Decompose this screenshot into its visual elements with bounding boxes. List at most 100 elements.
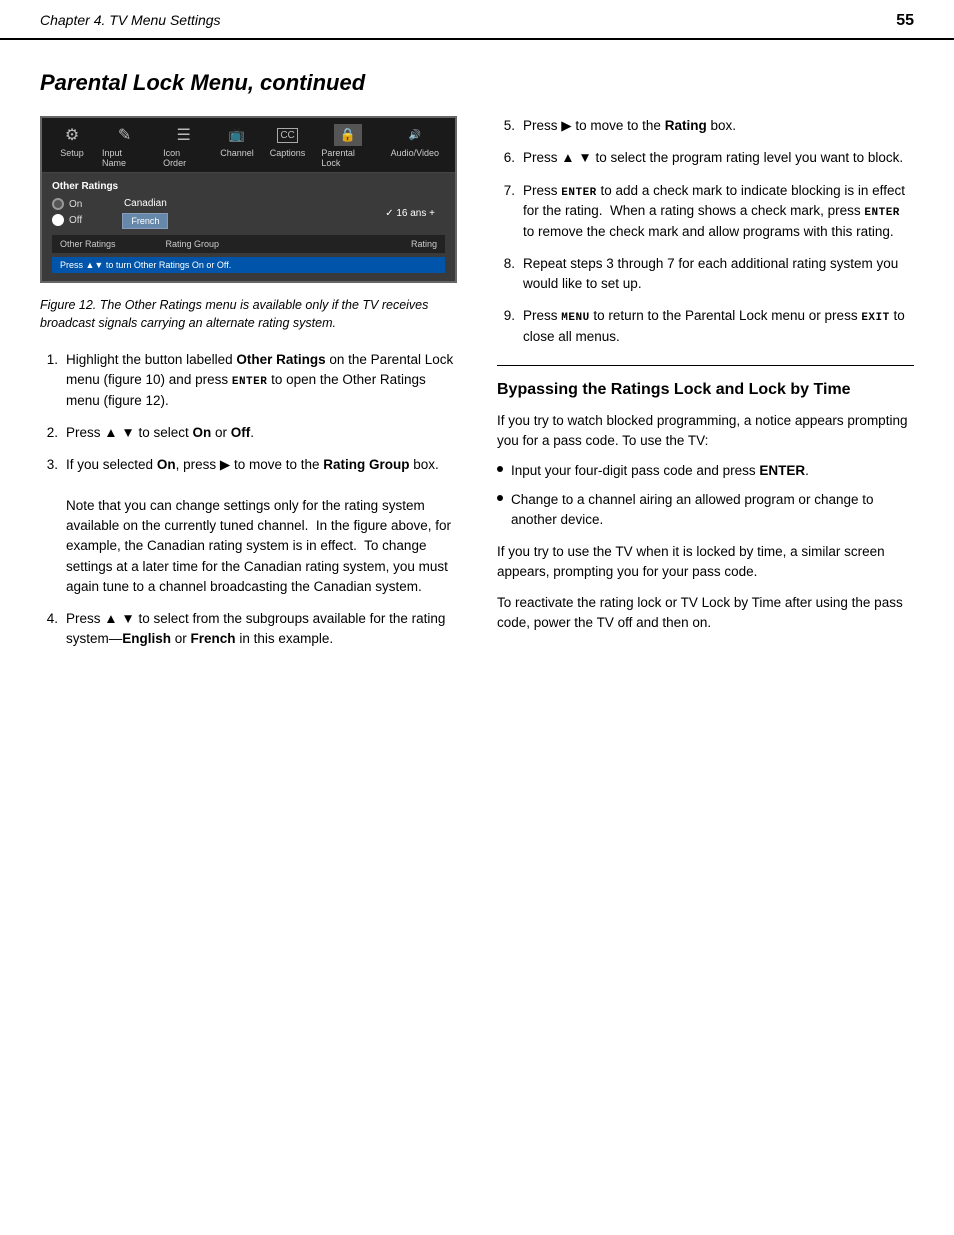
page-title: Parental Lock Menu, continued — [40, 70, 914, 96]
bypass-section-title: Bypassing the Ratings Lock and Lock by T… — [497, 380, 914, 401]
tv-col-other-ratings: Other Ratings — [60, 239, 116, 249]
list-item-1: 1. Highlight the button labelled Other R… — [40, 350, 457, 411]
tv-canadian-label: Canadian — [122, 198, 168, 209]
main-content: Parental Lock Menu, continued ⚙ Setup ✎ … — [0, 40, 954, 702]
menu-label-setup: Setup — [60, 148, 84, 158]
tv-status-bar: Press ▲▼ to turn Other Ratings On or Off… — [52, 257, 445, 273]
bypass-bullet-list: Input your four-digit pass code and pres… — [497, 461, 914, 530]
right-column: 5. Press ▶ to move to the Rating box. 6.… — [487, 116, 914, 662]
iconorder-icon: ☰ — [176, 125, 190, 145]
audiovideo-icon: 🔊 — [409, 130, 421, 141]
tv-rating-check: ✓ 16 ans + — [385, 208, 445, 219]
tv-ratings-row: On Off Canadian French — [52, 198, 445, 229]
menu-item-inputname: ✎ Input Name — [94, 124, 155, 168]
bold-off: Off — [231, 425, 251, 440]
menu-item-audiovideo: 🔊 Audio/Video — [383, 124, 447, 168]
key-enter-1: ENTER — [232, 376, 268, 388]
tv-canadian-group: Canadian French — [122, 198, 168, 229]
bold-rating-group: Rating Group — [323, 457, 409, 472]
list-item-2: 2. Press ▲ ▼ to select On or Off. — [40, 423, 457, 443]
list-num-7: 7. — [497, 181, 515, 242]
channel-icon: 📺 — [229, 127, 245, 143]
list-content-8: Repeat steps 3 through 7 for each additi… — [523, 254, 914, 295]
tv-on-off-group: On Off — [52, 198, 82, 226]
bullet-dot-1 — [497, 466, 503, 472]
bypass-para3: To reactivate the rating lock or TV Lock… — [497, 593, 914, 634]
inputname-icon: ✎ — [118, 125, 131, 145]
list-item-5: 5. Press ▶ to move to the Rating box. — [497, 116, 914, 136]
chapter-title: Chapter 4. TV Menu Settings — [40, 12, 221, 28]
tv-screenshot: ⚙ Setup ✎ Input Name ☰ Icon Order 📺 Chan… — [40, 116, 457, 283]
list-num-9: 9. — [497, 306, 515, 347]
page-header: Chapter 4. TV Menu Settings 55 — [0, 0, 954, 40]
menu-label-iconorder: Icon Order — [163, 148, 204, 168]
list-num-3: 3. — [40, 455, 58, 597]
list-num-6: 6. — [497, 148, 515, 168]
menu-label-inputname: Input Name — [102, 148, 147, 168]
menu-label-audiovideo: Audio/Video — [391, 148, 439, 158]
bold-enter-bullet: ENTER — [759, 463, 805, 478]
tv-on-option: On — [52, 198, 82, 210]
menu-item-setup: ⚙ Setup — [50, 124, 94, 168]
list-content-7: Press ENTER to add a check mark to indic… — [523, 181, 914, 242]
tv-off-label: Off — [69, 215, 82, 226]
bypass-intro: If you try to watch blocked programming,… — [497, 411, 914, 452]
tv-bottom-bar: Other Ratings Rating Group Rating — [52, 235, 445, 253]
tv-on-label: On — [69, 199, 82, 210]
captions-icon: CC — [277, 128, 297, 143]
bold-rating-5: Rating — [665, 118, 707, 133]
two-column-layout: ⚙ Setup ✎ Input Name ☰ Icon Order 📺 Chan… — [40, 116, 914, 662]
right-numbered-list: 5. Press ▶ to move to the Rating box. 6.… — [497, 116, 914, 347]
key-enter-7: ENTER — [561, 187, 597, 199]
bold-french: French — [191, 631, 236, 646]
list-item-7: 7. Press ENTER to add a check mark to in… — [497, 181, 914, 242]
tv-section-title: Other Ratings — [52, 181, 445, 192]
bold-on: On — [193, 425, 212, 440]
menu-item-channel: 📺 Channel — [212, 124, 262, 168]
key-menu-9: MENU — [561, 312, 589, 324]
bullet-dot-2 — [497, 495, 503, 501]
key-exit-9: EXIT — [861, 312, 889, 324]
tv-radio-off — [52, 214, 64, 226]
menu-item-captions: CC Captions — [262, 124, 314, 168]
bullet-item-2: Change to a channel airing an allowed pr… — [497, 490, 914, 531]
setup-icon: ⚙ — [65, 125, 79, 145]
list-content-6: Press ▲ ▼ to select the program rating l… — [523, 148, 914, 168]
bold-english: English — [122, 631, 171, 646]
tv-menu-bar: ⚙ Setup ✎ Input Name ☰ Icon Order 📺 Chan… — [42, 118, 455, 173]
tv-french-button: French — [122, 213, 168, 229]
menu-item-parentallock: 🔒 Parental Lock — [313, 124, 382, 168]
tv-off-option: Off — [52, 214, 82, 226]
list-item-8: 8. Repeat steps 3 through 7 for each add… — [497, 254, 914, 295]
bold-other-ratings: Other Ratings — [236, 352, 325, 367]
tv-radio-on — [52, 198, 64, 210]
list-num-8: 8. — [497, 254, 515, 295]
bullet-content-1: Input your four-digit pass code and pres… — [511, 461, 809, 481]
page-number: 55 — [896, 12, 914, 30]
left-column: ⚙ Setup ✎ Input Name ☰ Icon Order 📺 Chan… — [40, 116, 457, 662]
list-content-2: Press ▲ ▼ to select On or Off. — [66, 423, 457, 443]
bullet-item-1: Input your four-digit pass code and pres… — [497, 461, 914, 481]
list-num-2: 2. — [40, 423, 58, 443]
bullet-content-2: Change to a channel airing an allowed pr… — [511, 490, 914, 531]
tv-content-area: Other Ratings On Off — [42, 173, 455, 281]
menu-label-captions: Captions — [270, 148, 306, 158]
list-content-9: Press MENU to return to the Parental Loc… — [523, 306, 914, 347]
list-item-6: 6. Press ▲ ▼ to select the program ratin… — [497, 148, 914, 168]
list-item-3: 3. If you selected On, press ▶ to move t… — [40, 455, 457, 597]
bold-on-3: On — [157, 457, 176, 472]
tv-col-rating-group: Rating Group — [166, 239, 220, 249]
list-item-9: 9. Press MENU to return to the Parental … — [497, 306, 914, 347]
key-enter-7b: ENTER — [864, 207, 900, 219]
list-num-5: 5. — [497, 116, 515, 136]
list-content-3: If you selected On, press ▶ to move to t… — [66, 455, 457, 597]
list-item-4: 4. Press ▲ ▼ to select from the subgroup… — [40, 609, 457, 650]
list-num-4: 4. — [40, 609, 58, 650]
list-content-1: Highlight the button labelled Other Rati… — [66, 350, 457, 411]
menu-item-iconorder: ☰ Icon Order — [155, 124, 212, 168]
parentallock-icon: 🔒 — [340, 127, 356, 143]
bypass-para2: If you try to use the TV when it is lock… — [497, 542, 914, 583]
tv-col-rating: Rating — [411, 239, 437, 249]
list-content-4: Press ▲ ▼ to select from the subgroups a… — [66, 609, 457, 650]
list-content-5: Press ▶ to move to the Rating box. — [523, 116, 914, 136]
